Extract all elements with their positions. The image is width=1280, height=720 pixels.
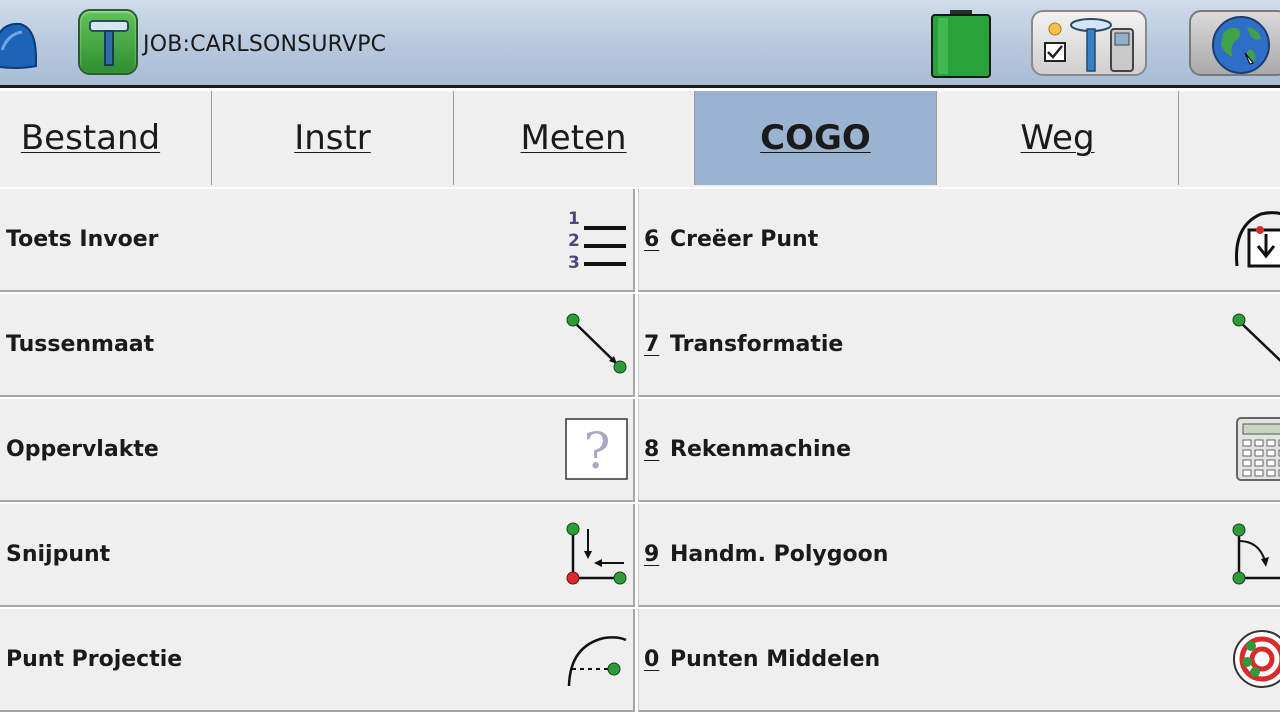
battery-icon[interactable] (930, 10, 992, 78)
svg-text:1: 1 (568, 209, 580, 229)
tab-cogo[interactable]: COGO (695, 91, 937, 185)
menu-item-handm-polygoon[interactable]: 9 Handm. Polygoon (638, 504, 1280, 607)
polygon-icon (1232, 523, 1280, 585)
menu-item-label: Creëer Punt (670, 227, 819, 252)
menu-item-toets-invoer[interactable]: Toets Invoer 1 2 3 (0, 189, 635, 292)
average-points-icon (1233, 630, 1280, 688)
menu-item-oppervlakte[interactable]: Oppervlakte ? (0, 399, 635, 502)
point-projection-icon (567, 636, 627, 687)
question-icon: ? (565, 418, 628, 480)
gps-rover-button[interactable] (1031, 10, 1147, 76)
menu-item-punt-projectie[interactable]: Punt Projectie (0, 609, 635, 712)
menu-item-snijpunt[interactable]: Snijpunt (0, 504, 635, 607)
menu-item-creeer-punt[interactable]: 6 Creëer Punt (638, 189, 1280, 292)
globe-button[interactable] (1189, 10, 1280, 76)
menu-item-label: Tussenmaat (6, 332, 155, 357)
menu-item-label: Punten Middelen (670, 647, 881, 672)
cogo-menu-grid: Toets Invoer 1 2 3 6 Creëer Punt Tussenm… (0, 187, 1280, 720)
svg-text:3: 3 (568, 253, 580, 272)
top-bar: JOB:CARLSONSURVPC (0, 0, 1280, 88)
numbered-list-icon: 1 2 3 (568, 209, 626, 272)
tab-bestand[interactable]: Bestand (0, 91, 212, 185)
tab-bar: Bestand Instr Meten COGO Weg (0, 91, 1280, 187)
svg-text:2: 2 (568, 231, 580, 251)
menu-item-label: Snijpunt (6, 542, 111, 567)
tab-meten[interactable]: Meten (453, 91, 695, 185)
intersection-icon (566, 522, 627, 585)
menu-item-label: Toets Invoer (6, 227, 159, 252)
menu-item-label: Handm. Polygoon (670, 542, 889, 567)
menu-item-label: Punt Projectie (6, 647, 183, 672)
tab-instr[interactable]: Instr (212, 91, 454, 185)
inverse-line-icon (566, 313, 627, 374)
menu-item-label: Oppervlakte (6, 437, 159, 462)
menu-item-label: Rekenmachine (670, 437, 852, 462)
tab-weg[interactable]: Weg (937, 91, 1179, 185)
globe-icon (1212, 16, 1270, 74)
menu-item-tussenmaat[interactable]: Tussenmaat (0, 294, 635, 397)
job-button[interactable] (78, 9, 138, 75)
calculator-icon (1236, 417, 1280, 481)
gps-rover-icon (1044, 18, 1134, 72)
hardhat-icon[interactable] (0, 14, 38, 74)
menu-item-transformatie[interactable]: 7 Transformatie (638, 294, 1280, 397)
job-title: JOB:CARLSONSURVPC (143, 32, 387, 57)
svg-text:?: ? (584, 422, 611, 480)
job-icon (89, 20, 129, 66)
create-point-icon (1235, 211, 1280, 268)
menu-item-rekenmachine[interactable]: 8 Rekenmachine (638, 399, 1280, 502)
menu-item-label: Transformatie (670, 332, 844, 357)
menu-item-punten-middelen[interactable]: 0 Punten Middelen (638, 609, 1280, 712)
transformation-icon (1232, 313, 1280, 362)
